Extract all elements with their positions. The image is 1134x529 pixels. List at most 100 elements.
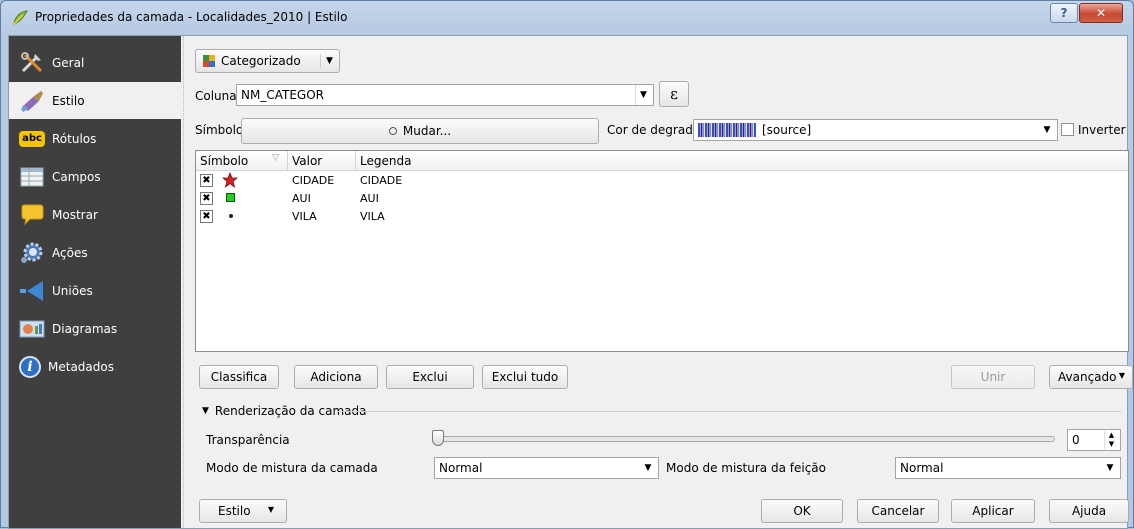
transparency-slider[interactable] <box>435 436 1055 442</box>
red-star-icon <box>222 172 238 188</box>
sidebar: Geral Estilo abc Rótulos Campos Mostrar … <box>9 36 181 528</box>
slider-handle[interactable] <box>432 430 444 446</box>
category-table[interactable]: Símbolo ▽ Valor Legenda ✖ CIDADE CIDADE <box>195 150 1129 352</box>
sidebar-item-estilo[interactable]: Estilo <box>9 82 181 119</box>
table-row[interactable]: ✖ AUI AUI <box>196 189 1128 207</box>
layer-blend-label: Modo de mistura da camada <box>206 461 378 475</box>
chevron-down-icon[interactable]: ▼ <box>635 85 651 105</box>
cancel-button[interactable]: Cancelar <box>857 499 939 523</box>
row-value: AUI <box>292 191 311 205</box>
row-visible-checkbox[interactable]: ✖ <box>200 192 213 205</box>
table-row[interactable]: ✖ CIDADE CIDADE <box>196 171 1128 189</box>
layer-blend-select[interactable]: Normal ▼ <box>434 457 659 479</box>
ok-button[interactable]: OK <box>761 499 843 523</box>
categorized-icon <box>203 55 215 67</box>
color-ramp-label: Cor de degradê <box>607 123 701 137</box>
symbol-label: Símbolo <box>195 123 244 137</box>
change-symbol-label: Mudar... <box>402 124 452 138</box>
color-ramp-value: [source] <box>762 123 812 137</box>
sidebar-item-rotulos[interactable]: abc Rótulos <box>9 120 181 157</box>
sidebar-item-label: Estilo <box>52 93 85 108</box>
column-header-legend[interactable]: Legenda <box>356 151 1129 171</box>
table-row[interactable]: ✖ VILA VILA <box>196 207 1128 225</box>
group-divider <box>337 411 1121 412</box>
sidebar-item-label: Rótulos <box>52 131 97 146</box>
sidebar-item-label: Uniões <box>52 283 93 298</box>
chevron-down-icon[interactable]: ▼ <box>1102 458 1118 478</box>
info-icon: i <box>19 355 41 378</box>
sidebar-item-unioes[interactable]: Uniões <box>9 272 181 309</box>
row-value: VILA <box>292 209 317 223</box>
delete-button[interactable]: Exclui <box>386 365 474 389</box>
transparency-value: 0 <box>1072 433 1080 447</box>
column-label: Coluna <box>195 89 237 103</box>
sidebar-item-diagramas[interactable]: Diagramas <box>9 310 181 347</box>
renderer-type-select[interactable]: Categorizado ▼ <box>195 49 340 73</box>
feature-blend-select[interactable]: Normal ▼ <box>895 457 1121 479</box>
small-dot-icon <box>229 214 233 218</box>
sidebar-item-metadados[interactable]: i Metadados <box>9 348 181 385</box>
delete-all-button[interactable]: Exclui tudo <box>482 365 568 389</box>
window-title: Propriedades da camada - Localidades_201… <box>35 10 348 24</box>
sidebar-item-label: Mostrar <box>52 207 98 222</box>
help-button[interactable]: Ajuda <box>1049 499 1129 523</box>
sidebar-item-label: Ações <box>52 245 88 260</box>
chevron-down-icon: ▼ <box>1118 371 1125 380</box>
dialog-client: Geral Estilo abc Rótulos Campos Mostrar … <box>8 35 1133 529</box>
sort-indicator-icon: ▽ <box>272 153 279 163</box>
expression-button[interactable]: ε <box>659 81 689 107</box>
spin-arrows-icon[interactable]: ▲ ▼ <box>1104 431 1118 449</box>
epsilon-icon: ε <box>670 85 678 103</box>
speech-bubble-icon <box>21 204 44 226</box>
row-value: CIDADE <box>292 173 335 187</box>
abc-label-icon: abc <box>19 130 45 147</box>
transparency-spinbox[interactable]: 0 ▲ ▼ <box>1067 429 1121 451</box>
symbol-preview-icon <box>388 127 397 135</box>
paintbrush-icon <box>21 90 43 112</box>
invert-label: Inverter <box>1078 123 1126 137</box>
row-legend: VILA <box>360 209 385 223</box>
column-header-value[interactable]: Valor <box>288 151 356 171</box>
close-icon: ✕ <box>1095 6 1107 20</box>
panel-splitter[interactable] <box>183 36 187 528</box>
table-header: Símbolo ▽ Valor Legenda <box>196 151 1128 171</box>
sidebar-item-geral[interactable]: Geral <box>9 44 181 81</box>
triangle-down-icon: ▼ <box>202 406 209 416</box>
column-value: NM_CATEGOR <box>241 88 324 102</box>
help-title-button[interactable]: ? <box>1050 3 1078 23</box>
gear-icon <box>21 242 43 263</box>
row-visible-checkbox[interactable]: ✖ <box>200 174 213 187</box>
classify-button[interactable]: Classifica <box>199 365 279 389</box>
row-legend: AUI <box>360 191 379 205</box>
advanced-button[interactable]: Avançado ▼ <box>1049 365 1133 389</box>
renderer-type-value: Categorizado <box>221 54 301 68</box>
sidebar-item-campos[interactable]: Campos <box>9 158 181 195</box>
column-header-symbol[interactable]: Símbolo ▽ <box>196 151 288 171</box>
style-menu-label: Estilo <box>218 504 251 518</box>
invert-checkbox[interactable] <box>1061 123 1074 136</box>
apply-button[interactable]: Aplicar <box>951 499 1035 523</box>
chevron-down-icon[interactable]: ▼ <box>1039 120 1055 140</box>
feature-blend-label: Modo de mistura da feição <box>666 461 826 475</box>
color-ramp-select[interactable]: [source] ▼ <box>693 119 1058 141</box>
row-legend: CIDADE <box>360 173 403 187</box>
column-field[interactable]: NM_CATEGOR ▼ <box>236 84 654 106</box>
join-icon <box>20 280 43 301</box>
sidebar-item-label: Metadados <box>48 359 114 374</box>
sidebar-item-acoes[interactable]: Ações <box>9 234 181 271</box>
qgis-leaf-icon <box>13 10 28 25</box>
change-symbol-button[interactable]: Mudar... <box>241 118 599 144</box>
merge-button[interactable]: Unir <box>951 365 1035 389</box>
row-visible-checkbox[interactable]: ✖ <box>200 210 213 223</box>
sidebar-item-label: Campos <box>52 169 101 184</box>
diagram-icon <box>19 320 45 337</box>
chevron-down-icon: ▼ <box>267 505 274 514</box>
chevron-down-icon[interactable]: ▼ <box>640 458 656 478</box>
add-button[interactable]: Adiciona <box>294 365 378 389</box>
title-bar[interactable]: Propriedades da camada - Localidades_201… <box>1 1 1133 35</box>
tools-icon <box>21 51 43 72</box>
help-icon: ? <box>1060 6 1068 20</box>
style-menu-button[interactable]: Estilo ▼ <box>199 499 287 523</box>
close-button[interactable]: ✕ <box>1079 3 1123 23</box>
sidebar-item-mostrar[interactable]: Mostrar <box>9 196 181 233</box>
